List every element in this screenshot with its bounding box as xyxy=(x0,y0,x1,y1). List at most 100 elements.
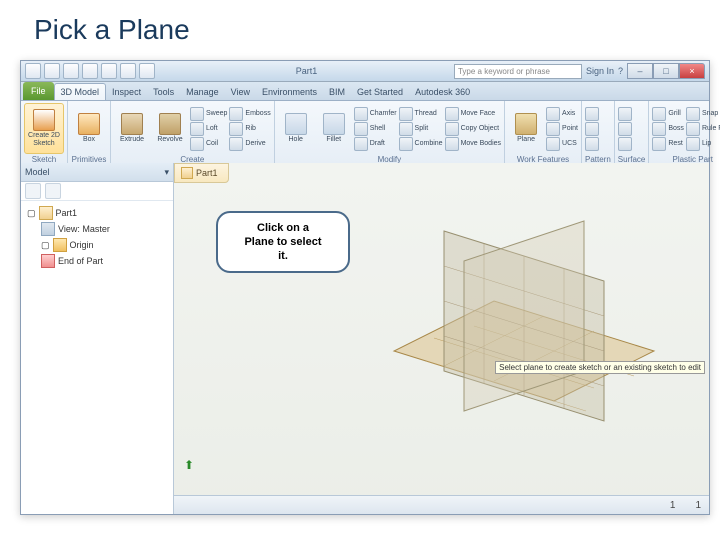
find-icon[interactable] xyxy=(45,183,61,199)
point-button[interactable]: Point xyxy=(546,122,578,136)
draft-button[interactable]: Draft xyxy=(354,137,397,151)
group-create: Extrude Revolve Sweep Loft Coil Emboss R… xyxy=(111,101,275,165)
surface-icon xyxy=(618,107,632,121)
loft-button[interactable]: Loft xyxy=(190,122,227,136)
rib-button[interactable]: Rib xyxy=(229,122,270,136)
file-tab[interactable]: File xyxy=(23,82,54,100)
help-icon[interactable]: ? xyxy=(618,66,623,76)
tab-manage[interactable]: Manage xyxy=(180,84,225,100)
rib-icon xyxy=(229,122,243,136)
pattern-circ-button[interactable] xyxy=(585,122,599,136)
model-browser: Model ▾ ▢Part1 View: Master ▢Origin End … xyxy=(21,163,174,514)
minimize-button[interactable]: – xyxy=(627,63,653,79)
work-planes-3d[interactable] xyxy=(354,181,694,461)
tab-view[interactable]: View xyxy=(225,84,256,100)
mirror-button[interactable] xyxy=(585,137,599,151)
sketch-icon xyxy=(33,109,55,131)
revolve-button[interactable]: Revolve xyxy=(152,103,188,154)
signin-link[interactable]: Sign In xyxy=(586,66,614,76)
origin-indicator-icon: ⬆ xyxy=(184,458,194,472)
tree-origin-node[interactable]: ▢Origin xyxy=(23,237,171,253)
filter-icon[interactable] xyxy=(25,183,41,199)
search-input[interactable]: Type a keyword or phrase xyxy=(454,64,582,79)
moveface-icon xyxy=(445,107,459,121)
document-tab[interactable]: Part1 xyxy=(174,163,229,183)
axis-button[interactable]: Axis xyxy=(546,107,578,121)
grill-button[interactable]: Grill xyxy=(652,107,684,121)
moveface-button[interactable]: Move Face xyxy=(445,107,501,121)
mirror-icon xyxy=(585,137,599,151)
tab-inspect[interactable]: Inspect xyxy=(106,84,147,100)
thread-button[interactable]: Thread xyxy=(399,107,443,121)
tab-tools[interactable]: Tools xyxy=(147,84,180,100)
group-primitives: Box Primitives xyxy=(68,101,111,165)
group-surface: Surface xyxy=(615,101,650,165)
sweep-button[interactable]: Sweep xyxy=(190,107,227,121)
boss-icon xyxy=(652,122,666,136)
origin-icon xyxy=(53,238,67,252)
surface-btn3[interactable] xyxy=(618,137,632,151)
app-window: Part1 Type a keyword or phrase Sign In ?… xyxy=(20,60,710,515)
part-icon xyxy=(181,167,193,179)
ribbon-tabs: File 3D Model Inspect Tools Manage View … xyxy=(21,82,709,101)
surface-btn1[interactable] xyxy=(618,107,632,121)
tab-environments[interactable]: Environments xyxy=(256,84,323,100)
qat-undo-icon[interactable] xyxy=(82,63,98,79)
group-pattern: Pattern xyxy=(582,101,615,165)
lip-button[interactable]: Lip xyxy=(686,137,720,151)
hole-button[interactable]: Hole xyxy=(278,103,314,154)
surface-btn2[interactable] xyxy=(618,122,632,136)
qat-redo-icon[interactable] xyxy=(101,63,117,79)
boss-button[interactable]: Boss xyxy=(652,122,684,136)
movebodies-button[interactable]: Move Bodies xyxy=(445,137,501,151)
panel-dropdown-icon[interactable]: ▾ xyxy=(164,167,169,178)
plane-button[interactable]: Plane xyxy=(508,103,544,154)
tab-get-started[interactable]: Get Started xyxy=(351,84,409,100)
snapfit-icon xyxy=(686,107,700,121)
window-title: Part1 xyxy=(159,66,454,76)
instruction-callout: Click on a Plane to select it. xyxy=(216,211,350,273)
maximize-button[interactable]: □ xyxy=(653,63,679,79)
extrude-icon xyxy=(121,113,143,135)
tree-eop-node[interactable]: End of Part xyxy=(23,253,171,269)
emboss-button[interactable]: Emboss xyxy=(229,107,270,121)
derive-button[interactable]: Derive xyxy=(229,137,270,151)
graphics-viewport[interactable]: Part1 Click on a Plane to select it. xyxy=(174,163,709,514)
close-button[interactable]: × xyxy=(679,63,705,79)
panel-header: Model ▾ xyxy=(21,163,173,182)
chamfer-button[interactable]: Chamfer xyxy=(354,107,397,121)
rulefillet-icon xyxy=(686,122,700,136)
qat-new-icon[interactable] xyxy=(25,63,41,79)
ucs-icon xyxy=(546,137,560,151)
tab-3d-model[interactable]: 3D Model xyxy=(54,83,107,100)
qat-open-icon[interactable] xyxy=(44,63,60,79)
pattern-rect-button[interactable] xyxy=(585,107,599,121)
combine-button[interactable]: Combine xyxy=(399,137,443,151)
tree-view-node[interactable]: View: Master xyxy=(23,221,171,237)
rulefillet-button[interactable]: Rule Fillet xyxy=(686,122,720,136)
combine-icon xyxy=(399,137,413,151)
copyobj-button[interactable]: Copy Object xyxy=(445,122,501,136)
status-tooltip: Select plane to create sketch or an exis… xyxy=(495,361,705,374)
rest-button[interactable]: Rest xyxy=(652,137,684,151)
tab-bim[interactable]: BIM xyxy=(323,84,351,100)
extrude-button[interactable]: Extrude xyxy=(114,103,150,154)
snapfit-button[interactable]: Snap Fit xyxy=(686,107,720,121)
tab-autodesk-360[interactable]: Autodesk 360 xyxy=(409,84,476,100)
ucs-button[interactable]: UCS xyxy=(546,137,578,151)
qat-save-icon[interactable] xyxy=(63,63,79,79)
expand-icon[interactable]: ▢ xyxy=(27,208,36,219)
create-2d-sketch-button[interactable]: Create 2D Sketch xyxy=(24,103,64,154)
hole-icon xyxy=(285,113,307,135)
coil-button[interactable]: Coil xyxy=(190,137,227,151)
split-button[interactable]: Split xyxy=(399,122,443,136)
box-button[interactable]: Box xyxy=(71,103,107,154)
fillet-button[interactable]: Fillet xyxy=(316,103,352,154)
expand-icon[interactable]: ▢ xyxy=(41,240,50,251)
qat-home-icon[interactable] xyxy=(120,63,136,79)
tree-part-node[interactable]: ▢Part1 xyxy=(23,205,171,221)
thread-icon xyxy=(399,107,413,121)
qat-appearance-icon[interactable] xyxy=(139,63,155,79)
shell-button[interactable]: Shell xyxy=(354,122,397,136)
lip-icon xyxy=(686,137,700,151)
